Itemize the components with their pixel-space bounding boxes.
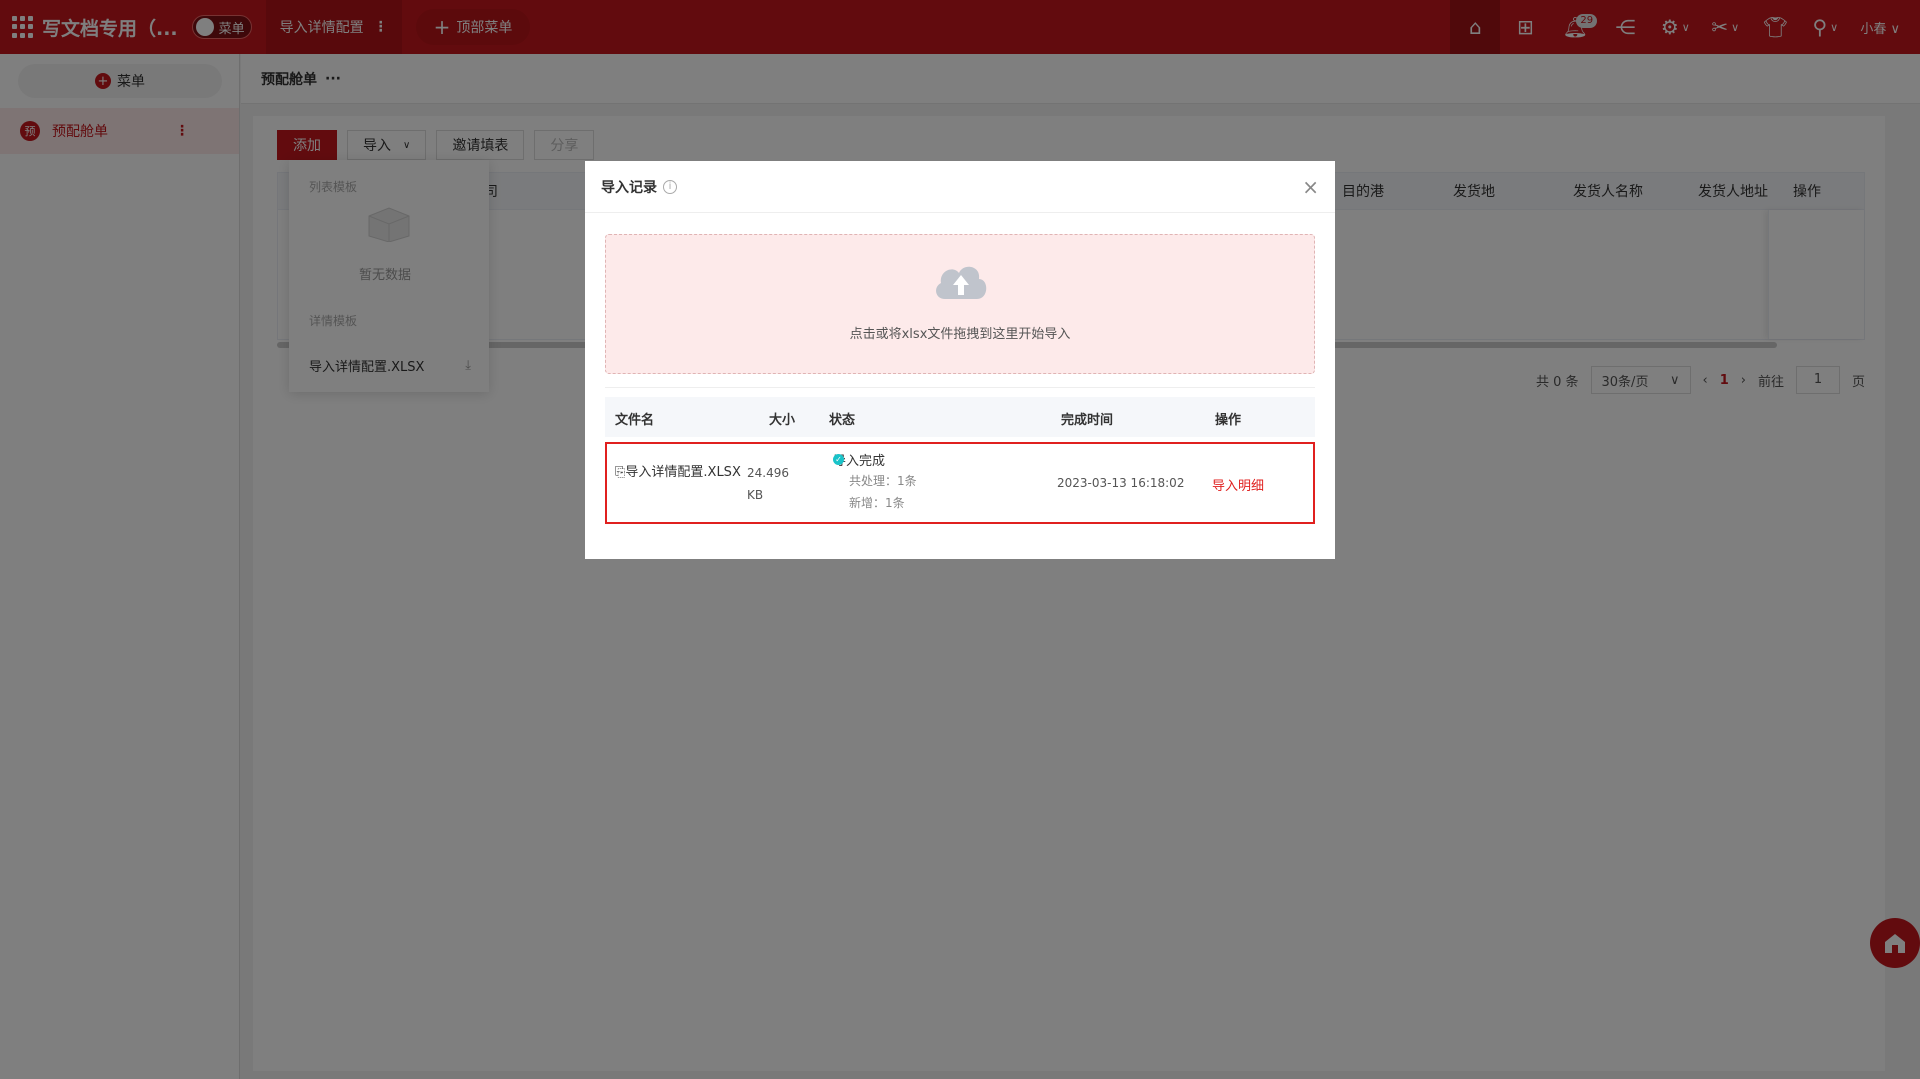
column-header-finish-time: 完成时间 xyxy=(1061,413,1114,428)
added-count: 新增：1条 xyxy=(849,496,905,510)
column-header-action: 操作 xyxy=(1215,413,1242,428)
column-header-file-name: 文件名 xyxy=(615,413,655,428)
import-records-dialog: 导入记录 i × 点击或将xlsx文件拖拽到这里开始导入 文件名 大小 状态 完… xyxy=(585,161,1335,559)
paperclip-icon: ⎘ xyxy=(615,465,626,480)
column-header-status: 状态 xyxy=(829,413,856,428)
cloud-upload-icon xyxy=(936,266,987,299)
dialog-header: 导入记录 i × xyxy=(585,161,1335,213)
close-icon[interactable]: × xyxy=(1302,175,1319,199)
check-circle-icon: ✓ xyxy=(833,454,844,465)
dialog-title: 导入记录 xyxy=(601,179,657,196)
records-table-header: 文件名 大小 状态 完成时间 操作 xyxy=(605,397,1315,437)
divider xyxy=(605,387,1315,388)
import-detail-link[interactable]: 导入明细 xyxy=(1212,475,1264,494)
info-icon[interactable]: i xyxy=(663,179,677,194)
record-finish-time: 2023-03-13 16:18:02 xyxy=(1057,476,1185,490)
record-status: ✓ 导入完成 xyxy=(833,450,885,469)
upload-hint: 点击或将xlsx文件拖拽到这里开始导入 xyxy=(849,327,1071,342)
record-file-name: ⎘导入详情配置.XLSX xyxy=(615,465,741,480)
processed-count: 共处理：1条 xyxy=(849,474,917,488)
record-size: 24.496 KB xyxy=(747,466,789,502)
upload-dropzone[interactable]: 点击或将xlsx文件拖拽到这里开始导入 xyxy=(605,234,1315,374)
column-header-size: 大小 xyxy=(769,413,796,428)
table-row: ⎘导入详情配置.XLSX 24.496 KB ✓ 导入完成 共处理：1条 新增：1… xyxy=(605,442,1315,524)
